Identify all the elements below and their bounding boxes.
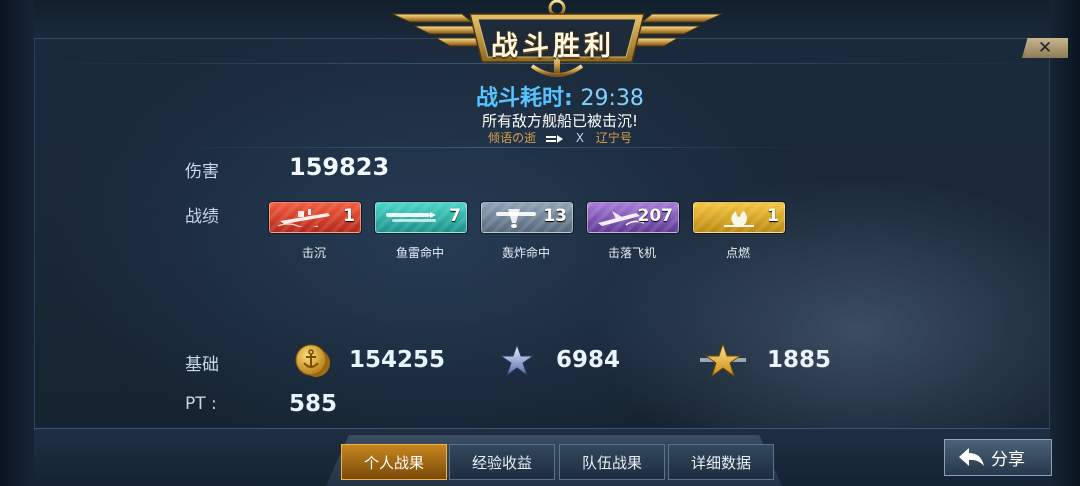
close-button[interactable]: ✕ — [1022, 38, 1068, 58]
bomb-plane-icon — [496, 209, 536, 228]
record-count-shotdown: 207 — [637, 206, 674, 226]
record-count-sink: 1 — [343, 206, 355, 226]
record-badge-ignite: 1 — [693, 202, 785, 233]
opponent-name: 辽宁号 — [595, 131, 632, 145]
record-badge-sink: 1 — [269, 202, 361, 233]
torpedo-icon — [386, 212, 436, 222]
battle-result-screen: ✕ 战斗胜利 战斗耗时: 29:38 所有敌方舰船已被击沉! 倾语の逝 X 辽宁… — [0, 0, 1080, 486]
double-arrow-icon — [545, 134, 563, 143]
versus-line: 倾语の逝 X 辽宁号 — [380, 129, 740, 146]
sinking-ship-icon — [278, 209, 330, 227]
record-badge-shotdown: 207 — [587, 202, 679, 233]
record-badge-bomb: 13 — [481, 202, 573, 233]
versus-separator: X — [575, 131, 585, 145]
reward-coin-value: 154255 — [349, 347, 446, 373]
tab-team-results[interactable]: 队伍战果 — [559, 444, 665, 480]
share-button[interactable]: 分享 — [944, 439, 1052, 476]
fire-icon — [724, 211, 754, 227]
record-badge-torpedo: 7 — [375, 202, 467, 233]
record-label: 战绩 — [185, 207, 219, 227]
record-count-ignite: 1 — [767, 206, 779, 226]
record-count-torpedo: 7 — [449, 206, 461, 226]
player-name: 倾语の逝 — [488, 131, 537, 145]
reward-silver-star-value: 6984 — [556, 347, 621, 373]
damage-label: 伤害 — [185, 162, 219, 182]
battle-victory-title: 战斗胜利 — [491, 30, 615, 62]
battle-duration: 战斗耗时: 29:38 — [380, 80, 740, 112]
right-frame — [1049, 0, 1080, 486]
close-icon: ✕ — [1037, 37, 1053, 58]
share-button-label: 分享 — [991, 450, 1025, 470]
record-caption-sink: 击沉 — [301, 246, 326, 260]
gold-coin-anchor-icon — [295, 344, 330, 377]
record-caption-shotdown: 击落飞机 — [607, 246, 656, 260]
record-caption-ignite: 点燃 — [725, 246, 750, 260]
section-divider — [170, 147, 820, 148]
silver-star-icon — [500, 344, 534, 376]
tab-personal-results[interactable]: 个人战果 — [341, 444, 447, 480]
battle-result-text: 所有敌方舰船已被击沉! — [481, 112, 638, 130]
gold-star-icon — [700, 343, 746, 377]
reward-gold-star-value: 1885 — [767, 347, 832, 373]
record-caption-torpedo: 鱼雷命中 — [395, 246, 444, 260]
tab-detailed-data[interactable]: 详细数据 — [668, 444, 774, 480]
pt-label: PT : — [185, 394, 217, 414]
battle-duration-label: 战斗耗时: — [476, 86, 573, 111]
damage-value: 159823 — [289, 153, 390, 181]
share-arrow-icon — [959, 447, 984, 466]
base-label: 基础 — [185, 355, 219, 375]
left-frame — [0, 0, 35, 486]
tab-experience-gains[interactable]: 经验收益 — [449, 444, 555, 480]
record-caption-bomb: 轰炸命中 — [501, 246, 550, 260]
pt-value: 585 — [289, 391, 338, 417]
battle-duration-value: 29:38 — [580, 86, 644, 111]
record-count-bomb: 13 — [543, 206, 567, 226]
